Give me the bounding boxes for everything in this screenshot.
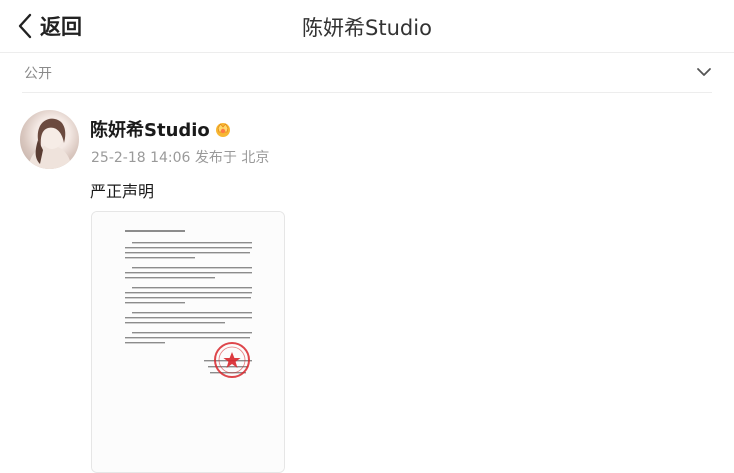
visibility-selector[interactable]: 公开 [22,52,712,93]
author-name: 陈妍希Studio [90,120,210,141]
page-title: 陈妍希Studio [302,16,432,40]
author-name-link[interactable]: 陈妍希Studio [90,116,232,142]
visibility-label: 公开 [24,66,52,82]
statement-document-image[interactable] [91,211,285,473]
verified-crown-icon [215,123,230,137]
document-page-image [92,212,284,472]
post-text: 严正声明 [90,182,155,201]
avatar[interactable] [20,110,79,169]
chevron-down-icon [697,68,711,76]
avatar-portrait-icon [28,118,72,169]
post-meta: 25-2-18 14:06 发布于 北京 [91,150,270,166]
top-bar: 返回 陈妍希Studio [0,0,734,53]
